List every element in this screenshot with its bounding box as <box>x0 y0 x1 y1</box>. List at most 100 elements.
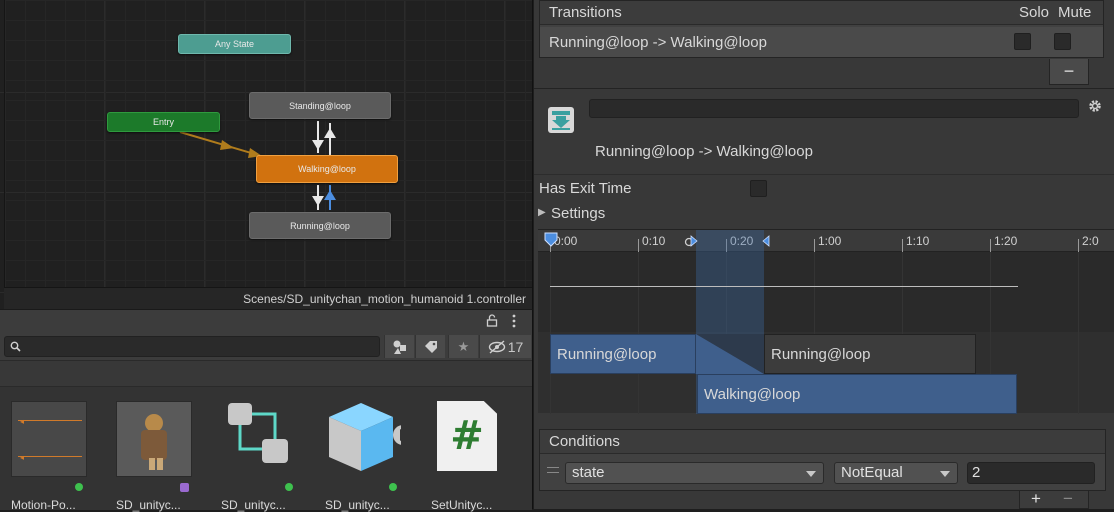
condition-value: 2 <box>972 464 981 481</box>
playhead-marker-icon[interactable] <box>544 232 558 250</box>
hidden-count: 17 <box>507 338 524 355</box>
divider <box>534 174 1114 175</box>
solo-label: Solo <box>1019 4 1050 21</box>
any-state-label: Any State <box>214 39 255 49</box>
controller-path: Scenes/SD_unitychan_motion_humanoid 1.co… <box>4 287 532 309</box>
divider <box>534 88 1114 89</box>
transitions-header: Transitions Solo Mute <box>540 1 1103 25</box>
transition-row[interactable]: Running@loop -> Walking@loop <box>540 27 1103 57</box>
standing-label: Standing@loop <box>289 100 351 111</box>
tick-label: 1:00 <box>818 234 842 248</box>
kebab-menu-icon[interactable] <box>510 314 518 328</box>
search-input[interactable] <box>4 336 380 357</box>
transitions-label: Transitions <box>549 4 622 21</box>
tag-icon <box>424 340 437 353</box>
source-clip-label: Running@loop <box>771 345 871 363</box>
asset-label: SD_unityc... <box>116 498 181 512</box>
entry-transition-line <box>179 131 259 156</box>
walking-state-node[interactable]: Walking@loop <box>256 155 398 183</box>
transition-row-label: Running@loop -> Walking@loop <box>549 34 767 51</box>
collab-badge-icon <box>285 483 293 491</box>
project-panel: ★ 17 ◂ ◂ Motion-Po... SD_unityc... SD_un… <box>0 309 533 512</box>
asset-label: SD_unityc... <box>221 498 286 512</box>
source-clip-label: Running@loop <box>557 345 657 363</box>
project-search-row: ★ 17 <box>0 331 532 361</box>
variant-badge-icon <box>180 483 189 492</box>
transition-end-handle-icon[interactable] <box>762 234 770 248</box>
tick-label: 1:10 <box>906 234 930 248</box>
tick-label: 1:20 <box>994 234 1018 248</box>
target-clip-label: Walking@loop <box>704 385 801 403</box>
solo-checkbox[interactable] <box>1014 33 1031 50</box>
walking-label: Walking@loop <box>298 164 356 174</box>
asset-grid: ◂ ◂ Motion-Po... SD_unityc... SD_unityc.… <box>0 387 532 512</box>
blend-region <box>696 334 764 374</box>
transition-start-handle-icon[interactable] <box>690 234 698 248</box>
asset-label: Motion-Po... <box>11 498 76 512</box>
transition-name-field[interactable] <box>589 99 1079 118</box>
transition-icon <box>548 107 574 133</box>
prefab-icon <box>329 403 401 471</box>
chevron-down-icon <box>940 471 950 477</box>
tick-label: 0:10 <box>642 234 666 248</box>
inspector-panel: Transitions Solo Mute Running@loop -> Wa… <box>534 0 1114 509</box>
add-condition-button[interactable]: + <box>1031 489 1041 509</box>
target-clip-bar: Walking@loop <box>697 374 1017 414</box>
motion-polish-icon: ◂ ◂ <box>11 401 87 477</box>
remove-condition-button[interactable]: − <box>1063 489 1073 509</box>
weight-curve-line <box>550 286 1018 287</box>
gear-icon[interactable] <box>1088 99 1102 113</box>
collab-badge-icon <box>75 483 83 491</box>
animator-controller-icon <box>228 403 288 463</box>
source-clip-bar-continued: Running@loop <box>764 334 976 374</box>
collab-badge-icon <box>389 483 397 491</box>
has-exit-time-label: Has Exit Time <box>539 180 632 197</box>
project-toolbar <box>0 310 532 331</box>
conditions-footer: + − <box>1019 489 1089 509</box>
project-breadcrumb-bar <box>0 361 532 387</box>
condition-parameter-dropdown[interactable]: state <box>565 462 824 484</box>
mute-checkbox[interactable] <box>1054 33 1071 50</box>
remove-transition-button[interactable]: − <box>1049 59 1089 85</box>
lock-icon[interactable] <box>486 314 498 327</box>
hidden-eye-icon <box>488 339 505 354</box>
shapes-icon <box>393 340 406 354</box>
conditions-header: Conditions <box>540 430 1105 454</box>
settings-foldout-label[interactable]: Settings <box>551 205 605 222</box>
timeline-curve-area <box>538 252 1114 332</box>
source-clip-bar: Running@loop <box>550 334 696 374</box>
running-state-node[interactable]: Running@loop <box>249 212 391 239</box>
transitions-list: Transitions Solo Mute Running@loop -> Wa… <box>539 0 1104 58</box>
tick-label: 2:0 <box>1082 234 1099 248</box>
standing-state-node[interactable]: Standing@loop <box>249 92 391 119</box>
mute-label: Mute <box>1058 4 1092 21</box>
condition-mode-dropdown[interactable]: NotEqual <box>834 462 958 484</box>
has-exit-time-checkbox[interactable] <box>750 180 767 197</box>
drag-handle-icon[interactable] <box>547 467 559 473</box>
foldout-arrow-icon[interactable]: ▶ <box>538 207 546 218</box>
favorites-button[interactable]: ★ <box>448 335 478 358</box>
asset-label: SetUnityc... <box>431 498 493 512</box>
asset-label: SD_unityc... <box>325 498 390 512</box>
any-state-node[interactable]: Any State <box>178 34 291 54</box>
chevron-down-icon <box>806 471 816 477</box>
entry-node[interactable]: Entry <box>107 112 220 132</box>
minus-label: − <box>1063 61 1075 81</box>
running-label: Running@loop <box>290 220 350 231</box>
search-by-label-button[interactable] <box>415 335 445 358</box>
mode-value: NotEqual <box>841 464 903 481</box>
entry-label: Entry <box>152 117 174 127</box>
hidden-packages-button[interactable]: 17 <box>479 335 531 358</box>
conditions-label: Conditions <box>549 433 620 450</box>
parameter-value: state <box>572 464 605 481</box>
transition-title: Running@loop -> Walking@loop <box>595 143 813 160</box>
transition-timeline[interactable]: 0:00 0:10 0:20 1:00 1:10 1:20 2:0 Runnin… <box>538 229 1114 414</box>
animator-graph-panel[interactable]: Any State Entry Standing@loop Walking@lo… <box>0 0 533 309</box>
condition-value-field[interactable]: 2 <box>967 462 1095 484</box>
search-icon <box>10 341 21 352</box>
star-icon: ★ <box>457 338 470 354</box>
conditions-list: Conditions state NotEqual 2 <box>539 429 1106 491</box>
search-by-type-button[interactable] <box>384 335 414 358</box>
csharp-script-icon: # <box>437 401 497 471</box>
character-model-icon <box>116 401 192 477</box>
